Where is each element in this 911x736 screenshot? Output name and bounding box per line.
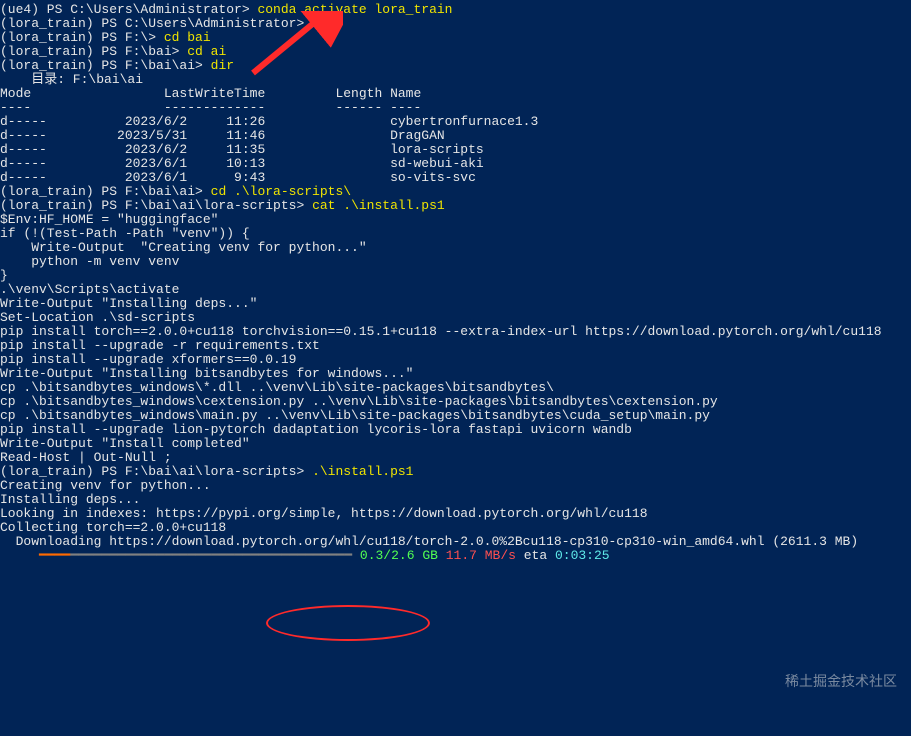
terminal-line: (lora_train) PS F:\bai\ai> dir <box>0 59 911 73</box>
terminal-line: (lora_train) PS C:\Users\Administrator> … <box>0 17 911 31</box>
terminal-segment: conda activate lora_train <box>257 2 452 17</box>
terminal-segment: cp .\bitsandbytes_windows\cextension.py … <box>0 394 718 409</box>
terminal-segment: Write-Output "Installing bitsandbytes fo… <box>0 366 413 381</box>
terminal-line: (lora_train) PS F:\> cd bai <box>0 31 911 45</box>
terminal-line: cp .\bitsandbytes_windows\*.dll ..\venv\… <box>0 381 911 395</box>
terminal-segment: (lora_train) PS C:\Users\Administrator> <box>0 16 312 31</box>
watermark-text: 稀土掘金技术社区 <box>785 674 897 688</box>
terminal-line: Looking in indexes: https://pypi.org/sim… <box>0 507 911 521</box>
terminal-segment: Creating venv for python... <box>0 478 211 493</box>
terminal-segment: (lora_train) PS F:\> <box>0 30 164 45</box>
terminal-line: Collecting torch==2.0.0+cu118 <box>0 521 911 535</box>
terminal-segment: Downloading https://download.pytorch.org… <box>0 534 858 549</box>
terminal-segment: pip install --upgrade lion-pytorch dadap… <box>0 422 632 437</box>
terminal-segment: Looking in indexes: https://pypi.org/sim… <box>0 506 648 521</box>
annotation-circle-icon <box>266 605 430 641</box>
terminal-segment: cd ai <box>187 44 226 59</box>
terminal-segment: $Env:HF_HOME = "huggingface" <box>0 212 218 227</box>
terminal-segment: ━━━━ <box>39 548 70 563</box>
terminal-line: cp .\bitsandbytes_windows\cextension.py … <box>0 395 911 409</box>
terminal-segment: 0.3/2.6 GB <box>360 548 438 563</box>
terminal-line: pip install --upgrade xformers==0.0.19 <box>0 353 911 367</box>
terminal-segment: d----- 2023/6/1 9:43 so-vits-svc <box>0 170 476 185</box>
terminal-segment: cp .\bitsandbytes_windows\main.py ..\ven… <box>0 408 710 423</box>
terminal-segment: Set-Location .\sd-scripts <box>0 310 195 325</box>
terminal-segment: ---- ------------- ------ ---- <box>0 100 421 115</box>
terminal-output[interactable]: (ue4) PS C:\Users\Administrator> conda a… <box>0 0 911 563</box>
terminal-segment: Write-Output "Creating venv for python..… <box>0 240 367 255</box>
terminal-segment: (lora_train) PS F:\bai\ai> <box>0 58 211 73</box>
terminal-line: (ue4) PS C:\Users\Administrator> conda a… <box>0 3 911 17</box>
terminal-line: d----- 2023/6/1 10:13 sd-webui-aki <box>0 157 911 171</box>
terminal-segment: } <box>0 268 8 283</box>
terminal-segment: Read-Host | Out-Null ; <box>0 450 172 465</box>
terminal-line: (lora_train) PS F:\bai\ai\lora-scripts> … <box>0 199 911 213</box>
terminal-segment: .\venv\Scripts\activate <box>0 282 179 297</box>
terminal-line: Mode LastWriteTime Length Name <box>0 87 911 101</box>
terminal-line: $Env:HF_HOME = "huggingface" <box>0 213 911 227</box>
terminal-segment: cat .\install.ps1 <box>312 198 445 213</box>
terminal-segment: Installing deps... <box>0 492 140 507</box>
terminal-segment: Write-Output "Install completed" <box>0 436 250 451</box>
terminal-segment: pip install --upgrade -r requirements.tx… <box>0 338 320 353</box>
terminal-line: Set-Location .\sd-scripts <box>0 311 911 325</box>
terminal-line: Write-Output "Installing bitsandbytes fo… <box>0 367 911 381</box>
terminal-segment: python -m venv venv <box>0 254 179 269</box>
terminal-segment <box>0 548 39 563</box>
terminal-line: d----- 2023/5/31 11:46 DragGAN <box>0 129 911 143</box>
terminal-segment: dir <box>211 58 234 73</box>
terminal-segment: d----- 2023/6/1 10:13 sd-webui-aki <box>0 156 484 171</box>
terminal-segment: cd bai <box>164 30 211 45</box>
terminal-line: Installing deps... <box>0 493 911 507</box>
terminal-segment: (lora_train) PS F:\bai\ai> <box>0 184 211 199</box>
terminal-line: (lora_train) PS F:\bai\ai> cd .\lora-scr… <box>0 185 911 199</box>
terminal-segment: if (!(Test-Path -Path "venv")) { <box>0 226 250 241</box>
terminal-line: Write-Output "Install completed" <box>0 437 911 451</box>
terminal-line: if (!(Test-Path -Path "venv")) { <box>0 227 911 241</box>
terminal-line: Read-Host | Out-Null ; <box>0 451 911 465</box>
terminal-line: Downloading https://download.pytorch.org… <box>0 535 911 549</box>
terminal-segment: pip install --upgrade xformers==0.0.19 <box>0 352 296 367</box>
terminal-segment: .\install.ps1 <box>312 464 413 479</box>
terminal-line: python -m venv venv <box>0 255 911 269</box>
terminal-line: (lora_train) PS F:\bai\ai\lora-scripts> … <box>0 465 911 479</box>
terminal-line: pip install torch==2.0.0+cu118 torchvisi… <box>0 325 911 339</box>
terminal-segment: d----- 2023/6/2 11:26 cybertronfurnace1.… <box>0 114 538 129</box>
terminal-segment: 目录: F:\bai\ai <box>0 72 143 87</box>
terminal-segment: eta <box>516 548 555 563</box>
terminal-segment <box>438 548 446 563</box>
terminal-segment: Write-Output "Installing deps..." <box>0 296 257 311</box>
terminal-segment: d----- 2023/6/2 11:35 lora-scripts <box>0 142 484 157</box>
terminal-segment: (lora_train) PS F:\bai\ai\lora-scripts> <box>0 198 312 213</box>
terminal-line: Creating venv for python... <box>0 479 911 493</box>
terminal-line: d----- 2023/6/1 9:43 so-vits-svc <box>0 171 911 185</box>
terminal-line: pip install --upgrade lion-pytorch dadap… <box>0 423 911 437</box>
terminal-segment: pip install torch==2.0.0+cu118 torchvisi… <box>0 324 882 339</box>
terminal-segment: cp .\bitsandbytes_windows\*.dll ..\venv\… <box>0 380 554 395</box>
terminal-segment: Mode LastWriteTime Length Name <box>0 86 421 101</box>
terminal-line: pip install --upgrade -r requirements.tx… <box>0 339 911 353</box>
terminal-line: 目录: F:\bai\ai <box>0 73 911 87</box>
terminal-segment: Collecting torch==2.0.0+cu118 <box>0 520 226 535</box>
terminal-segment: (lora_train) PS F:\bai> <box>0 44 187 59</box>
terminal-line: ---- ------------- ------ ---- <box>0 101 911 115</box>
terminal-line: cp .\bitsandbytes_windows\main.py ..\ven… <box>0 409 911 423</box>
terminal-segment: 11.7 MB/s <box>446 548 516 563</box>
terminal-segment: 0:03:25 <box>555 548 610 563</box>
terminal-segment: d----- 2023/5/31 11:46 DragGAN <box>0 128 445 143</box>
terminal-segment: (ue4) PS C:\Users\Administrator> <box>0 2 257 17</box>
terminal-segment: f: <box>312 16 328 31</box>
terminal-segment: ━━━━━━━━━━━━━━━━━━━━━━━━━━━━━━━━━━━━ <box>70 548 352 563</box>
terminal-line: d----- 2023/6/2 11:35 lora-scripts <box>0 143 911 157</box>
terminal-line: (lora_train) PS F:\bai> cd ai <box>0 45 911 59</box>
terminal-segment <box>352 548 360 563</box>
terminal-line: d----- 2023/6/2 11:26 cybertronfurnace1.… <box>0 115 911 129</box>
terminal-line: } <box>0 269 911 283</box>
terminal-line: ━━━━━━━━━━━━━━━━━━━━━━━━━━━━━━━━━━━━━━━━… <box>0 549 911 563</box>
terminal-line: .\venv\Scripts\activate <box>0 283 911 297</box>
terminal-segment: (lora_train) PS F:\bai\ai\lora-scripts> <box>0 464 312 479</box>
terminal-line: Write-Output "Installing deps..." <box>0 297 911 311</box>
terminal-line: Write-Output "Creating venv for python..… <box>0 241 911 255</box>
terminal-segment: cd .\lora-scripts\ <box>211 184 351 199</box>
